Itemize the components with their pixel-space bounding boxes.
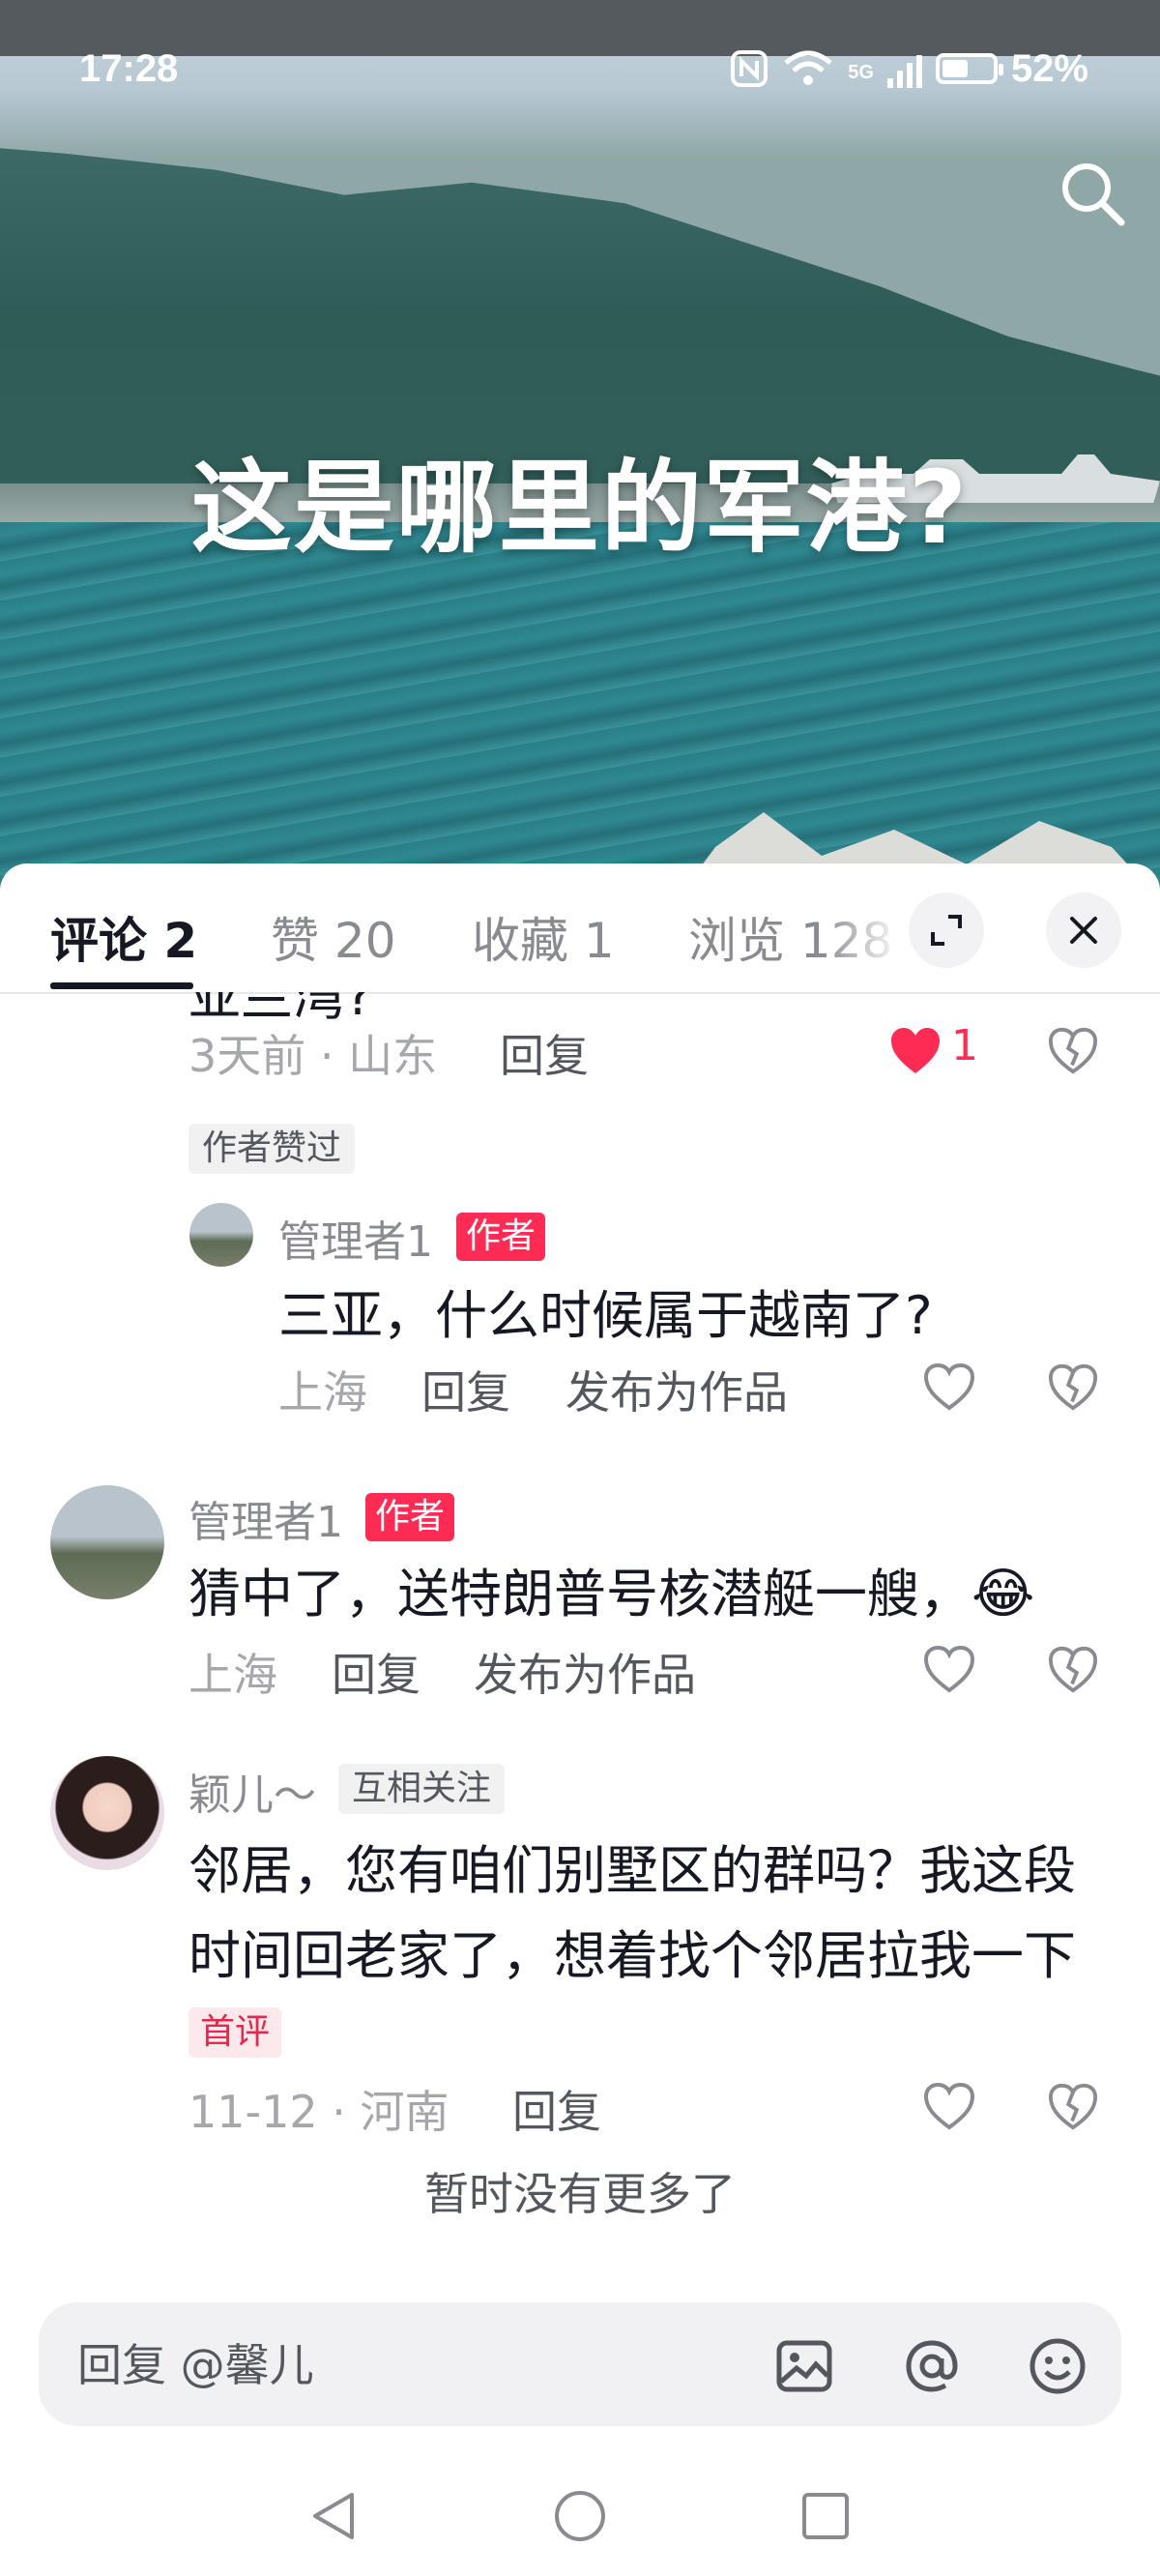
nfc-icon — [731, 50, 768, 87]
mutual-follow-tag: 互相关注 — [338, 1764, 506, 1814]
close-button[interactable] — [1046, 893, 1121, 968]
reply-location: 上海 — [278, 1366, 367, 1419]
comment-text-line-1: 邻居，您有咱们别墅区的群吗？我这段 — [188, 1840, 1076, 1901]
comment-input-bar — [39, 2302, 1121, 2426]
image-icon[interactable] — [775, 2337, 833, 2395]
video-title-overlay: 这是哪里的军港? — [190, 449, 970, 567]
reply-button[interactable]: 回复 — [332, 1640, 420, 1704]
comment-meta: 11-12 · 河南 — [188, 2086, 450, 2138]
active-tab-indicator — [50, 982, 193, 989]
heart-outline-icon[interactable] — [923, 1363, 975, 1412]
dislike-icon[interactable] — [1048, 2083, 1098, 2131]
expand-button[interactable] — [909, 893, 984, 968]
mention-icon[interactable] — [901, 2335, 963, 2397]
comment-text-line-2: 时间回老家了，想着找个邻居拉我一下 — [188, 1925, 1076, 1986]
comment-input[interactable] — [77, 2331, 754, 2399]
comment-author-name[interactable]: 颖儿～ — [188, 1760, 316, 1822]
tab-likes[interactable]: 赞 20 — [271, 902, 396, 972]
home-icon[interactable] — [553, 2489, 607, 2543]
tab-comments[interactable]: 评论 2 — [50, 902, 197, 972]
signal-icon — [886, 49, 922, 88]
comment-list[interactable]: 亚兰湾? 3天前 · 山东 回复 1 作者赞过 管理者1 作者 三亚，什么时候属… — [0, 992, 1160, 2191]
search-icon[interactable] — [1054, 155, 1131, 232]
status-time: 17:28 — [79, 47, 179, 90]
comment-meta: 3天前 · 山东 — [188, 1030, 438, 1082]
laughing-emoji: 😂 — [972, 1563, 1035, 1625]
like-count: 1 — [951, 1021, 978, 1070]
system-navigation-bar — [0, 2475, 1160, 2553]
publish-as-work-button[interactable]: 发布为作品 — [474, 1640, 696, 1704]
reply-button[interactable]: 回复 — [500, 1021, 589, 1085]
recents-icon[interactable] — [800, 2491, 851, 2541]
author-liked-tag: 作者赞过 — [188, 1124, 356, 1174]
tab-favorites[interactable]: 收藏 1 — [472, 902, 615, 972]
comment-author-name[interactable]: 管理者1 — [188, 1487, 343, 1549]
emoji-icon[interactable] — [1027, 2335, 1088, 2397]
first-comment-tag: 首评 — [188, 2007, 282, 2058]
battery-icon — [935, 53, 1003, 84]
reply-button[interactable]: 回复 — [421, 1358, 510, 1421]
author-badge: 作者 — [456, 1213, 546, 1261]
reply-text: 三亚，什么时候属于越南了? — [278, 1285, 933, 1346]
reply-button[interactable]: 回复 — [512, 2077, 601, 2141]
sea-water — [0, 522, 1160, 890]
heart-outline-icon[interactable] — [923, 1646, 975, 1694]
end-of-list-text: 暂时没有更多了 — [424, 2168, 736, 2220]
wifi-icon — [784, 50, 832, 85]
heart-outline-icon[interactable] — [923, 2083, 975, 2131]
dislike-icon[interactable] — [1048, 1363, 1098, 1412]
publish-as-work-button[interactable]: 发布为作品 — [566, 1358, 788, 1421]
comment-location: 上海 — [188, 1649, 277, 1701]
avatar[interactable] — [50, 1756, 164, 1870]
close-icon — [1070, 917, 1097, 944]
dislike-icon[interactable] — [1048, 1646, 1098, 1694]
dislike-icon[interactable] — [1048, 1027, 1098, 1075]
back-icon[interactable] — [307, 2489, 360, 2543]
author-badge: 作者 — [365, 1493, 455, 1541]
avatar[interactable] — [50, 1485, 164, 1599]
comment-text: 猜中了，送特朗普号核潜艇一艘，😂 — [188, 1563, 1035, 1625]
comment-sheet: 评论 2 赞 20 收藏 1 浏览 128 亚兰湾? 3天前 · 山东 回复 1 — [0, 864, 1160, 2576]
heart-filled-icon[interactable] — [889, 1027, 942, 1075]
tab-bar: 评论 2 赞 20 收藏 1 浏览 128 — [0, 864, 1160, 994]
network-type: 5G — [848, 62, 874, 83]
expand-icon — [931, 915, 962, 946]
avatar[interactable] — [189, 1203, 253, 1267]
video-player[interactable]: 这是哪里的军港? — [0, 0, 1160, 890]
reply-author-name[interactable]: 管理者1 — [278, 1207, 433, 1269]
battery-percent: 52% — [1010, 47, 1088, 90]
status-icons: 5G 52% — [730, 41, 1088, 97]
